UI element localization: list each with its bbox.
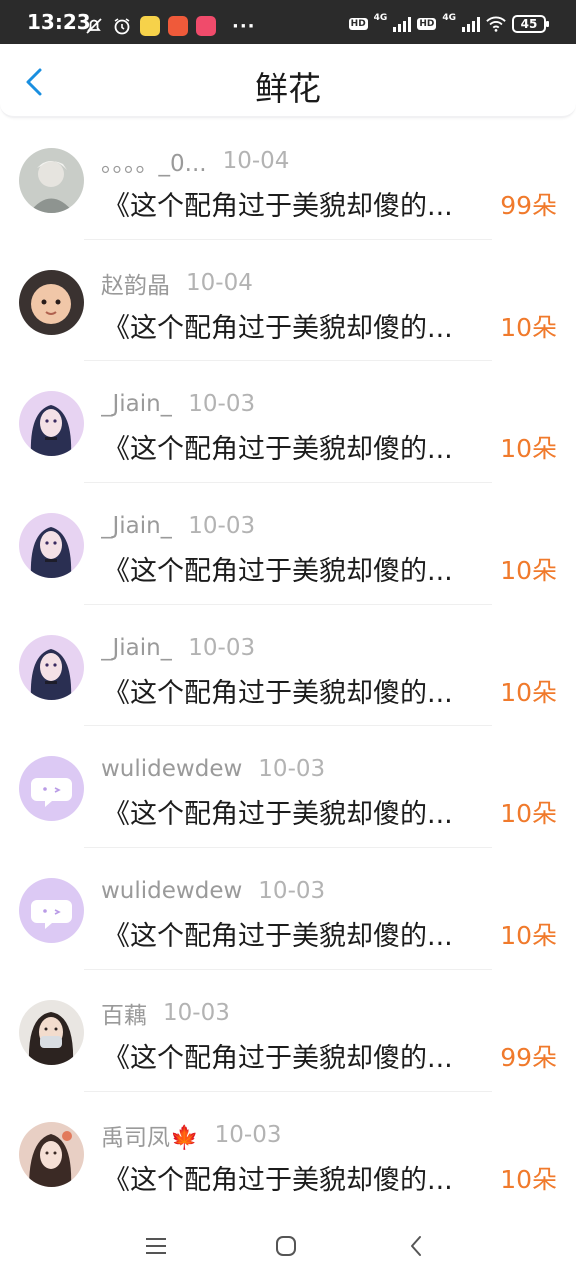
- item-meta: _Jiain_ 10-03: [101, 511, 255, 541]
- item-meta: wulidewdew 10-03: [101, 876, 325, 906]
- list-item[interactable]: wulidewdew 10-03 《这个配角过于美貌却傻的... 10朵: [0, 726, 576, 849]
- item-meta: 禹司凤🍁 10-03: [101, 1118, 282, 1152]
- list-item[interactable]: _Jiain_ 10-03 《这个配角过于美貌却傻的... 10朵: [0, 483, 576, 605]
- hd-badge: HD: [417, 18, 437, 30]
- book-title[interactable]: 《这个配角过于美貌却傻的...: [103, 184, 498, 223]
- flower-count: 10朵: [500, 799, 557, 829]
- battery-icon: 45: [512, 15, 549, 33]
- system-nav-bar: [0, 1212, 576, 1280]
- avatar[interactable]: [19, 756, 84, 822]
- book-title[interactable]: 《这个配角过于美貌却傻的...: [103, 671, 498, 710]
- date: 10-03: [214, 1121, 282, 1148]
- item-meta: 百藕 10-03: [101, 996, 230, 1030]
- date: 10-04: [186, 269, 253, 296]
- header: 鲜花: [0, 44, 576, 118]
- avatar[interactable]: [19, 269, 84, 335]
- alarm-icon: [112, 16, 132, 36]
- list-item[interactable]: 赵韵晶 10-04 《这个配角过于美貌却傻的... 10朵: [0, 240, 576, 362]
- network-type: 4G: [442, 13, 456, 23]
- app-notification-icon: [168, 16, 188, 36]
- home-icon: [276, 1236, 296, 1256]
- username[interactable]: 百藕: [101, 996, 147, 1030]
- list-item[interactable]: _Jiain_ 10-03 《这个配角过于美貌却傻的... 10朵: [0, 605, 576, 727]
- status-right-icons: HD 4G HD 4G 45: [348, 13, 549, 34]
- avatar[interactable]: [19, 391, 84, 457]
- signal-icon: [393, 16, 412, 32]
- more-notifications-indicator: ···: [232, 15, 256, 37]
- hd-badge: HD: [348, 18, 368, 30]
- username[interactable]: wulidewdew: [101, 756, 242, 782]
- flower-count: 10朵: [500, 677, 557, 707]
- book-title[interactable]: 《这个配角过于美貌却傻的...: [103, 427, 498, 466]
- username[interactable]: 。。。。_0...: [101, 144, 207, 178]
- avatar[interactable]: [19, 513, 84, 579]
- date: 10-03: [258, 756, 326, 783]
- flower-count: 99朵: [500, 1042, 557, 1072]
- username[interactable]: 赵韵晶: [101, 266, 170, 300]
- mute-icon: [84, 16, 104, 36]
- back-icon: [411, 1236, 421, 1256]
- username[interactable]: wulidewdew: [101, 878, 242, 904]
- date: 10-04: [222, 148, 290, 174]
- book-title[interactable]: 《这个配角过于美貌却傻的...: [103, 1036, 498, 1075]
- book-title[interactable]: 《这个配角过于美貌却傻的...: [103, 792, 498, 831]
- date: 10-03: [188, 634, 256, 661]
- list-item[interactable]: wulidewdew 10-03 《这个配角过于美貌却傻的... 10朵: [0, 848, 576, 970]
- item-meta: 赵韵晶 10-04: [101, 266, 253, 300]
- avatar[interactable]: [19, 878, 84, 944]
- wifi-icon: [486, 14, 506, 34]
- app-notification-icon: [140, 16, 160, 36]
- avatar[interactable]: [19, 1121, 84, 1187]
- avatar[interactable]: [19, 999, 84, 1065]
- page-title: 鲜花: [255, 69, 321, 108]
- username[interactable]: _Jiain_: [101, 513, 172, 539]
- system-back-button[interactable]: [396, 1230, 436, 1262]
- home-button[interactable]: [266, 1230, 306, 1262]
- list-item[interactable]: _Jiain_ 10-03 《这个配角过于美貌却傻的... 10朵: [0, 361, 576, 484]
- date: 10-03: [163, 999, 230, 1026]
- flower-count: 10朵: [500, 556, 557, 586]
- app-notification-icon: [196, 16, 216, 36]
- status-time: 13:23: [27, 10, 91, 34]
- date: 10-03: [258, 878, 326, 905]
- flower-count: 99朵: [500, 191, 557, 220]
- book-title[interactable]: 《这个配角过于美貌却傻的...: [103, 306, 498, 345]
- flower-count: 10朵: [500, 921, 557, 951]
- flower-count: 10朵: [500, 312, 557, 342]
- status-left-icons: ···: [84, 14, 256, 38]
- avatar[interactable]: [19, 634, 84, 700]
- book-title[interactable]: 《这个配角过于美貌却傻的...: [103, 549, 498, 588]
- item-meta: 。。。。_0... 10-04: [101, 144, 290, 178]
- book-title[interactable]: 《这个配角过于美貌却傻的...: [103, 1158, 498, 1197]
- flower-count: 10朵: [500, 434, 557, 464]
- signal-icon: [462, 16, 480, 32]
- username[interactable]: _Jiain_: [101, 391, 172, 417]
- username[interactable]: _Jiain_: [101, 635, 172, 661]
- network-type: 4G: [373, 13, 388, 23]
- status-bar: 13:23 ··· HD 4G HD 4G 45: [0, 0, 576, 44]
- menu-button[interactable]: [136, 1230, 176, 1262]
- list-item[interactable]: 百藕 10-03 《这个配角过于美貌却傻的... 99朵: [0, 970, 576, 1092]
- date: 10-03: [188, 391, 256, 418]
- list-item[interactable]: 禹司凤🍁 10-03 《这个配角过于美貌却傻的... 10朵: [0, 1092, 576, 1214]
- item-meta: _Jiain_ 10-03: [101, 389, 255, 419]
- book-title[interactable]: 《这个配角过于美貌却傻的...: [103, 914, 498, 953]
- item-meta: _Jiain_ 10-03: [101, 633, 255, 663]
- item-meta: wulidewdew 10-03: [101, 754, 325, 784]
- list-item[interactable]: 。。。。_0... 10-04 《这个配角过于美貌却傻的... 99朵: [0, 118, 576, 240]
- date: 10-03: [188, 513, 256, 540]
- menu-icon: [146, 1238, 166, 1254]
- username[interactable]: 禹司凤🍁: [101, 1118, 199, 1152]
- flower-count: 10朵: [500, 1164, 557, 1194]
- flower-gift-list: 。。。。_0... 10-04 《这个配角过于美貌却傻的... 99朵 赵韵晶 …: [0, 118, 576, 1213]
- avatar[interactable]: [19, 148, 84, 213]
